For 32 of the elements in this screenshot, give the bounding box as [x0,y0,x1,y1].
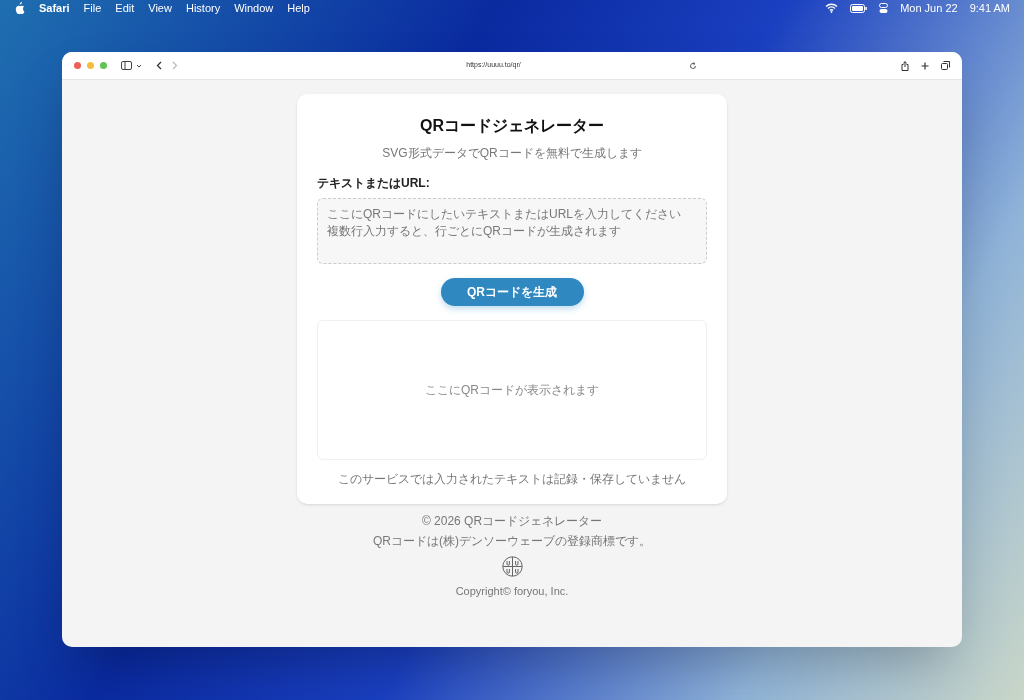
menu-item[interactable]: View [148,0,172,17]
chevron-down-icon[interactable] [136,63,142,68]
page-title: QRコードジェネレーター [420,116,604,136]
menu-bar-date: Mon Jun 22 [900,0,958,16]
copyright-text: Copyright© foryou, Inc. [455,584,569,599]
reload-icon[interactable] [689,61,697,70]
preview-placeholder-text: ここにQRコードが表示されます [425,382,599,399]
text-input-field[interactable]: ここにQRコードにしたいテキストまたはURLを入力してください 複数行入力すると、行ごとにQRコードが生成されます [317,198,707,264]
battery-icon[interactable] [850,3,868,13]
menu-item[interactable]: Edit [115,0,135,17]
new-tab-icon[interactable] [921,61,929,70]
menu-item[interactable]: Window [234,0,274,17]
close-window-button[interactable] [74,62,81,69]
tabs-overview-icon[interactable] [941,61,950,70]
control-center-icon[interactable] [879,2,889,14]
back-icon[interactable] [156,61,162,70]
field-label: テキストまたはURL: [317,175,430,192]
generate-button[interactable]: QRコードを生成 [440,278,584,306]
privacy-note: このサービスでは入力されたテキストは記録・保存していません [338,471,686,488]
subtitle: SVG形式データでQRコードを無料で生成します [382,145,642,162]
sidebar-icon[interactable] [121,61,132,70]
menu-item[interactable]: Help [287,0,310,17]
wifi-icon[interactable] [825,3,839,13]
app-menu[interactable]: Safari [39,0,70,17]
footer-text: QRコードは(株)デンソーウェーブの登録商標です。 [373,533,651,550]
menu-bar-time: 9:41 AM [969,0,1010,16]
apple-logo-icon[interactable] [14,2,25,14]
menu-item[interactable]: History [185,0,221,17]
company-logo-icon [501,556,523,577]
menu-item[interactable]: File [83,0,102,17]
footer-text: © 2026 QRコードジェネレーター [421,513,603,530]
share-icon[interactable] [901,60,909,71]
